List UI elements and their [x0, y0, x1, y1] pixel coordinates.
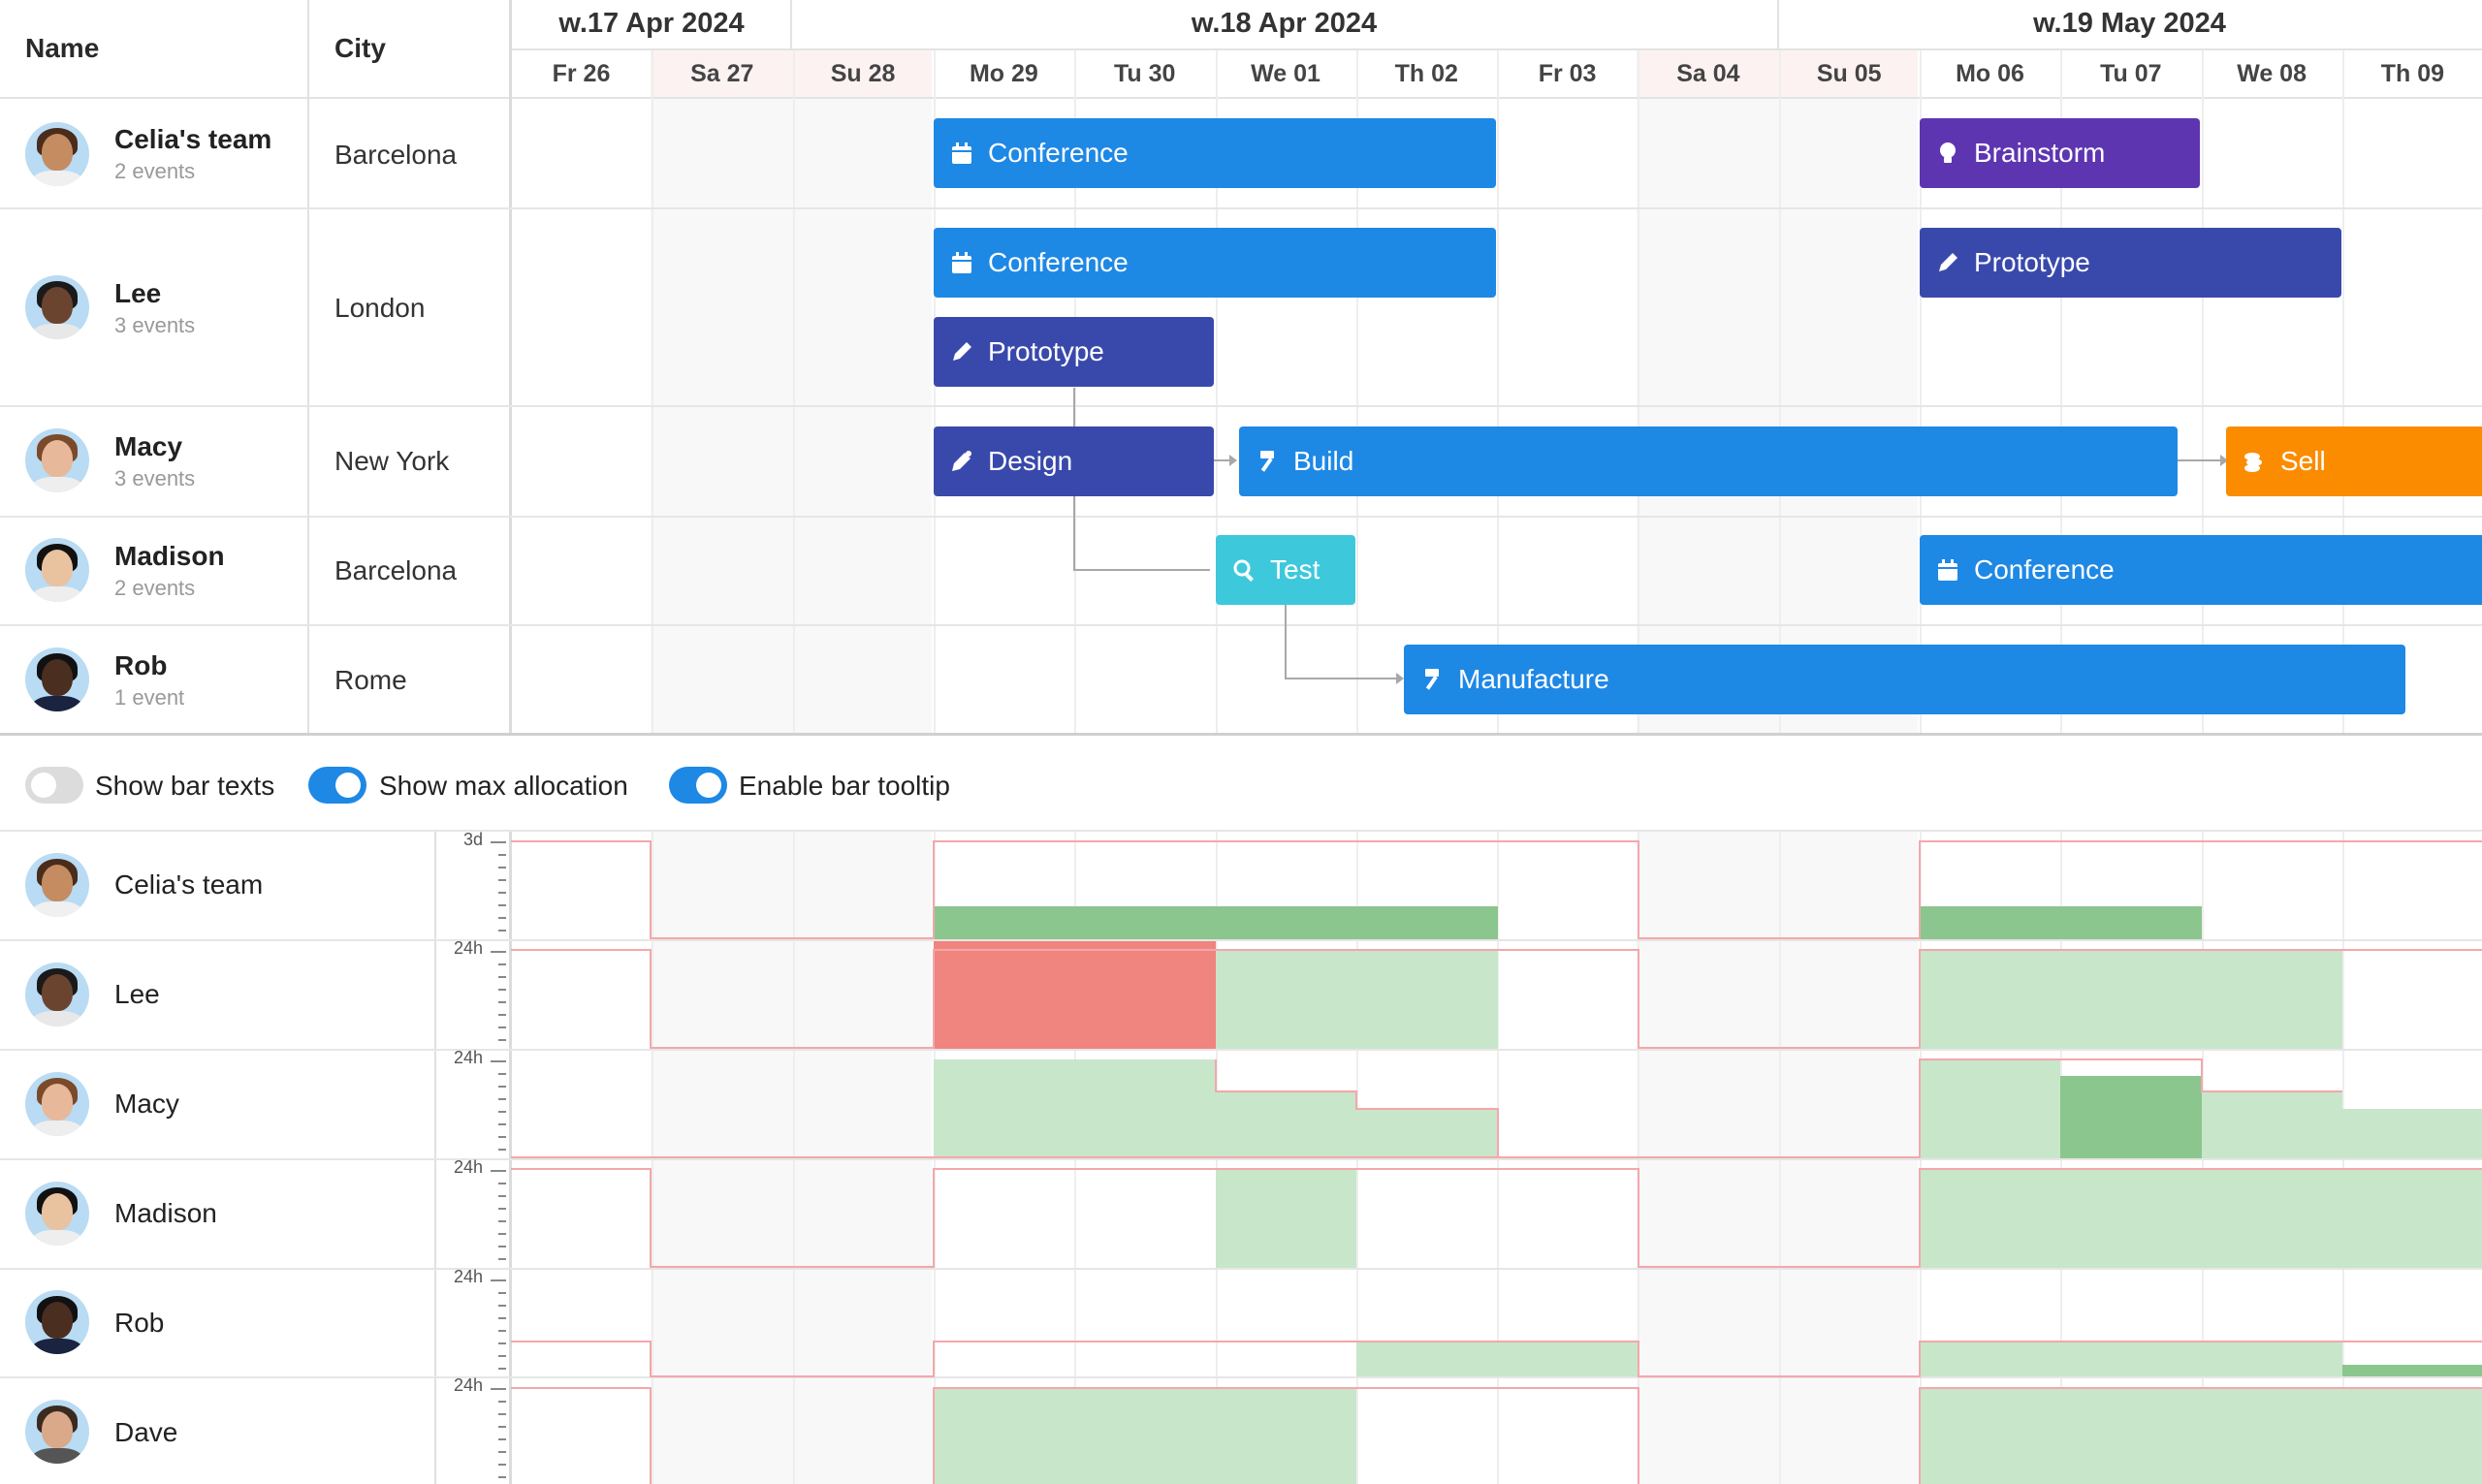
allocation-chart [511, 840, 2482, 1484]
allocation-bars [934, 906, 2482, 1484]
